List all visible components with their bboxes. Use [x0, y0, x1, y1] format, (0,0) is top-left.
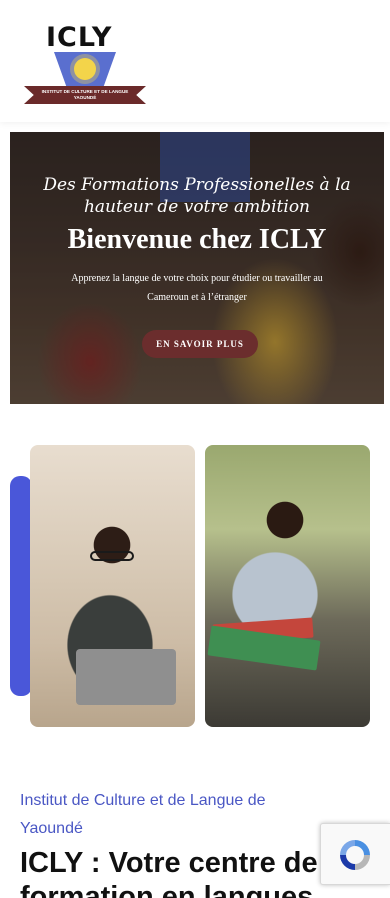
student-writing-photo — [205, 445, 370, 727]
hero-script-line-2: hauteur de votre ambition — [83, 197, 311, 217]
learn-more-button[interactable]: EN SAVOIR PLUS — [142, 330, 258, 358]
site-header: ICLY INSTITUT DE CULTURE ET DE LANGUE YA… — [0, 0, 390, 122]
section-subtitle: Institut de Culture et de Langue de Yaou… — [20, 792, 266, 837]
laptop-shape — [76, 649, 176, 705]
logo-sun-icon — [74, 58, 96, 80]
student-laptop-photo — [30, 445, 195, 727]
hero-title: Bienvenue chez ICLY — [67, 224, 327, 255]
hero-script-line-1: Des Formations Professionelles à la — [43, 175, 351, 195]
recaptcha-badge[interactable] — [320, 823, 390, 885]
glasses-shape — [90, 551, 134, 561]
hero-banner: Des Formations Professionelles à la haut… — [10, 132, 384, 404]
icly-logo[interactable]: ICLY INSTITUT DE CULTURE ET DE LANGUE YA… — [24, 22, 146, 108]
recaptcha-icon — [340, 840, 370, 870]
accent-bar — [10, 476, 32, 696]
hero-overlay — [10, 132, 384, 404]
hero-subtitle: Apprenez la langue de votre choix pour é… — [71, 273, 323, 303]
logo-ribbon-text: INSTITUT DE CULTURE ET DE LANGUE YAOUNDÉ — [41, 89, 129, 100]
logo-letters: ICLY — [46, 22, 113, 53]
hero-script-text: Des Formations Professionelles à la haut… — [10, 174, 384, 218]
